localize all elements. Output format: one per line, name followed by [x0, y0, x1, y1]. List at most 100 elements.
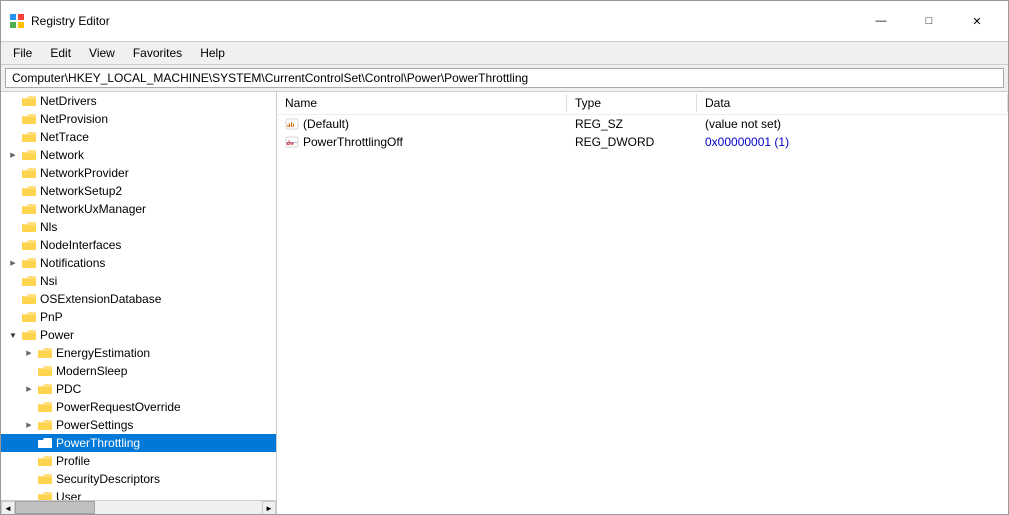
folder-icon: [37, 417, 53, 433]
tree-item[interactable]: ▶ NodeInterfaces: [1, 236, 276, 254]
tree-item[interactable]: ▶ Nls: [1, 218, 276, 236]
tree-item-label: NetworkUxManager: [40, 202, 146, 216]
tree-item-label: NetworkProvider: [40, 166, 129, 180]
col-header-name[interactable]: Name: [277, 94, 567, 112]
tree-item[interactable]: ▶ EnergyEstimation: [1, 344, 276, 362]
tree-item[interactable]: ▶ NetworkProvider: [1, 164, 276, 182]
tree-item[interactable]: ▶ NetProvision: [1, 110, 276, 128]
tree-item-label: SecurityDescriptors: [56, 472, 160, 486]
tree-item[interactable]: ▼ Power: [1, 326, 276, 344]
reg-name-label: PowerThrottlingOff: [303, 135, 403, 149]
tree-arrow-icon: ▶: [21, 381, 37, 397]
tree-item-label: NetDrivers: [40, 94, 97, 108]
tree-item-label: PDC: [56, 382, 81, 396]
reg-data-cell: (value not set): [697, 117, 1008, 131]
close-button[interactable]: ✕: [954, 7, 1000, 35]
folder-icon: [21, 165, 37, 181]
menu-file[interactable]: File: [5, 44, 40, 62]
reg-name-cell: dw PowerThrottlingOff: [277, 135, 567, 149]
left-pane-scrollbar[interactable]: ◄ ►: [1, 500, 276, 514]
tree-item[interactable]: ▶ NetworkSetup2: [1, 182, 276, 200]
tree-item[interactable]: ▶ PDC: [1, 380, 276, 398]
maximize-button[interactable]: □: [906, 7, 952, 35]
col-header-type[interactable]: Type: [567, 94, 697, 112]
folder-icon: [21, 255, 37, 271]
tree-arrow-icon: ▶: [21, 417, 37, 433]
folder-icon: [37, 453, 53, 469]
tree-item[interactable]: ▶ Profile: [1, 452, 276, 470]
tree-item-label: PowerThrottling: [56, 436, 140, 450]
folder-icon: [21, 219, 37, 235]
tree-item[interactable]: ▶ PnP: [1, 308, 276, 326]
tree-item[interactable]: ▶ PowerSettings: [1, 416, 276, 434]
tree-item-label: Nls: [40, 220, 57, 234]
tree-item-label: NodeInterfaces: [40, 238, 121, 252]
tree-item-label: NetProvision: [40, 112, 108, 126]
tree-item[interactable]: ▶ PowerRequestOverride: [1, 398, 276, 416]
address-bar[interactable]: Computer\HKEY_LOCAL_MACHINE\SYSTEM\Curre…: [5, 68, 1004, 88]
tree-item[interactable]: ▶ SecurityDescriptors: [1, 470, 276, 488]
table-row[interactable]: ab (Default)REG_SZ(value not set): [277, 115, 1008, 133]
tree-item-label: EnergyEstimation: [56, 346, 150, 360]
right-pane: Name Type Data ab (Default)REG_SZ(value …: [277, 92, 1008, 514]
scroll-left-btn[interactable]: ◄: [1, 501, 15, 514]
menu-favorites[interactable]: Favorites: [125, 44, 190, 62]
tree-arrow-icon: ▶: [21, 345, 37, 361]
title-controls: — □ ✕: [858, 7, 1000, 35]
folder-icon: [21, 93, 37, 109]
tree-arrow-icon: ▶: [5, 147, 21, 163]
tree-item[interactable]: ▶ ModernSleep: [1, 362, 276, 380]
tree-item[interactable]: ▶ PowerThrottling: [1, 434, 276, 452]
tree-item[interactable]: ▶ NetDrivers: [1, 92, 276, 110]
tree-item-label: Nsi: [40, 274, 57, 288]
table-row[interactable]: dw PowerThrottlingOffREG_DWORD0x00000001…: [277, 133, 1008, 151]
menu-edit[interactable]: Edit: [42, 44, 79, 62]
folder-icon: [21, 111, 37, 127]
tree-item-label: NetworkSetup2: [40, 184, 122, 198]
tree-item-label: Network: [40, 148, 84, 162]
tree-item[interactable]: ▶ NetworkUxManager: [1, 200, 276, 218]
folder-icon: [37, 471, 53, 487]
col-header-data[interactable]: Data: [697, 94, 1008, 112]
reg-name-label: (Default): [303, 117, 349, 131]
reg-type-icon: ab: [285, 117, 299, 131]
reg-name-cell: ab (Default): [277, 117, 567, 131]
tree-item-label: User: [56, 490, 81, 500]
tree-item[interactable]: ▶ Nsi: [1, 272, 276, 290]
tree-item[interactable]: ▶ User: [1, 488, 276, 500]
main-area: ▶ NetDrivers▶ NetProvision▶ NetTrace▶ Ne…: [1, 91, 1008, 514]
minimize-button[interactable]: —: [858, 7, 904, 35]
tree-item-label: PowerRequestOverride: [56, 400, 181, 414]
tree-view[interactable]: ▶ NetDrivers▶ NetProvision▶ NetTrace▶ Ne…: [1, 92, 276, 500]
scroll-right-btn[interactable]: ►: [262, 501, 276, 514]
folder-icon: [37, 435, 53, 451]
tree-item[interactable]: ▶ Notifications: [1, 254, 276, 272]
svg-text:dw: dw: [287, 141, 295, 147]
tree-arrow-icon: ▼: [5, 327, 21, 343]
column-headers: Name Type Data: [277, 92, 1008, 115]
menu-bar: File Edit View Favorites Help: [1, 42, 1008, 65]
title-bar: Registry Editor — □ ✕: [1, 1, 1008, 42]
registry-editor-window: Registry Editor — □ ✕ File Edit View Fav…: [0, 0, 1009, 515]
svg-text:ab: ab: [287, 121, 295, 129]
folder-icon: [21, 291, 37, 307]
left-pane: ▶ NetDrivers▶ NetProvision▶ NetTrace▶ Ne…: [1, 92, 277, 514]
window-title: Registry Editor: [31, 14, 110, 28]
folder-icon: [21, 273, 37, 289]
menu-view[interactable]: View: [81, 44, 123, 62]
folder-icon: [21, 183, 37, 199]
folder-icon: [37, 381, 53, 397]
folder-icon: [21, 147, 37, 163]
reg-data-cell: 0x00000001 (1): [697, 135, 1008, 149]
tree-item[interactable]: ▶ OSExtensionDatabase: [1, 290, 276, 308]
tree-item-label: Notifications: [40, 256, 105, 270]
scroll-track[interactable]: [15, 501, 262, 514]
folder-icon: [37, 363, 53, 379]
reg-type-cell: REG_DWORD: [567, 135, 697, 149]
tree-item[interactable]: ▶ NetTrace: [1, 128, 276, 146]
menu-help[interactable]: Help: [192, 44, 233, 62]
tree-item[interactable]: ▶ Network: [1, 146, 276, 164]
folder-icon: [21, 237, 37, 253]
scroll-thumb[interactable]: [15, 501, 95, 514]
registry-values[interactable]: ab (Default)REG_SZ(value not set) dw Pow…: [277, 115, 1008, 514]
